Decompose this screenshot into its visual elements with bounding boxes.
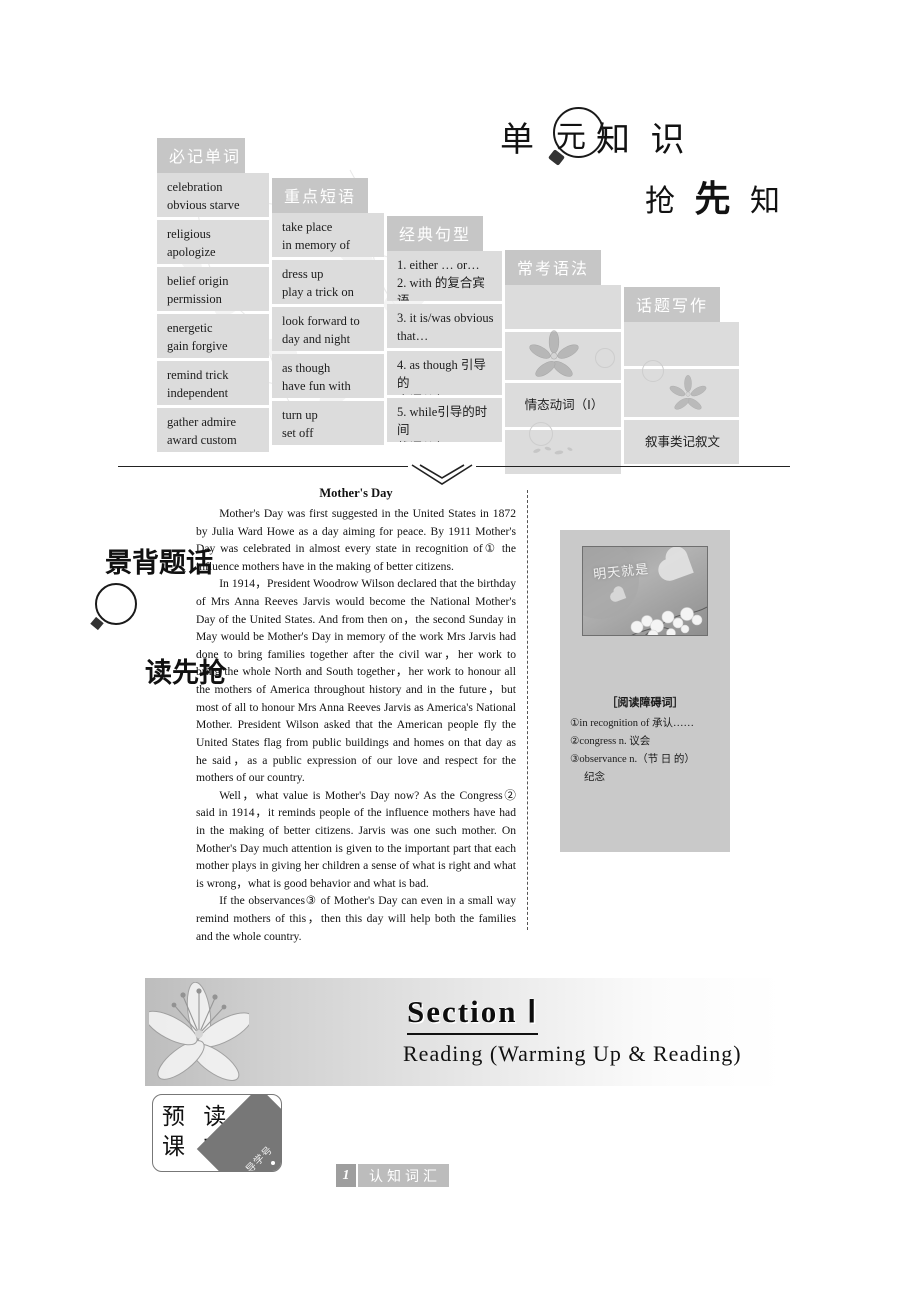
dotted-vertical-divider [527,490,528,930]
word-cell: energetic gain forgive [157,314,269,358]
column-header-writing: 话题写作 [624,287,720,322]
flower-decoration-icon [669,374,707,410]
page-title: 单 知 识 元 抢 先 知 [500,107,800,222]
column-header-phrases: 重点短语 [272,178,368,213]
section-title: Section Ⅰ [407,994,539,1035]
word-cell: remind trick independent [157,361,269,405]
phrase-cell: turn up set off [272,401,384,445]
subhead-recognize-vocabulary: 1 认知词汇 [336,1164,449,1187]
note-item: ③observance n.（节 日 的） [570,754,695,765]
pattern-cell: 5. while引导的时间 状语从句 [387,398,502,442]
note-item: ①in recognition of 承认…… [570,717,695,729]
divider-rule-left [118,466,408,467]
pattern-cell: 3. it is/was obvious that… [387,304,502,348]
word-cell: celebration obvious starve [157,173,269,217]
magnifier-icon-small [95,583,137,625]
reading-difficulty-notes: ［阅读障碍词］ ①in recognition of 承认…… ②congres… [570,694,720,787]
blossom-cluster-icon [630,606,707,635]
vertical-label-topic-background: 话题背景 [101,548,212,585]
column-classic-patterns: 经典句型 1. either … or… 2. with 的复合宾语 结构 3.… [387,216,502,445]
column-header-grammar: 常考语法 [505,250,601,285]
phrase-cell: take place in memory of [272,213,384,257]
unit-title-char-dan: 单 [500,122,540,159]
flower-decoration-icon [529,330,579,377]
word-cell: belief origin permission [157,267,269,311]
article-body: Mother's Day Mother's Day was first sugg… [196,480,516,945]
heart-icon [666,553,694,581]
writing-flower-cell [624,360,739,417]
subhead-label: 认知词汇 [358,1164,449,1187]
column-header-words: 必记单词 [157,138,245,173]
phrase-cell: look forward to day and night [272,307,384,351]
section-banner: Section Ⅰ Reading (Warming Up & Reading) [145,978,783,1086]
phrase-cell: as though have fun with [272,354,384,398]
writing-cell-blank [624,322,739,366]
notes-list: ①in recognition of 承认…… ②congress n. 议会 … [570,715,720,787]
section-subtitle: Reading (Warming Up & Reading) [403,1041,742,1066]
article-paragraph: In 1914，President Woodrow Wilson declare… [196,577,516,785]
writing-cell: 叙事类记叙文 [624,420,739,464]
unit-title-char-zhi: 知 [750,185,787,218]
preread-corner-dot [271,1161,275,1165]
article-paragraph: Mother's Day was first suggested in the … [196,507,516,573]
divider-rule-right [476,466,790,467]
reading-background-block: 话题背景 抢先读 Mother's Day Mother's Day was f… [0,480,920,943]
unit-title-char-xian: 先 [694,179,737,219]
petal-specks-icon [533,446,573,455]
unit-title-char-qiang: 抢 [645,185,681,218]
article-paragraph: Well，what value is Mother's Day now? As … [196,788,516,890]
notes-header: ［阅读障碍词］ [606,697,684,709]
column-key-phrases: 重点短语 take place in memory of dress up pl… [272,178,384,448]
preread-tab: 预 读 课 文 导学号 [152,1094,282,1172]
pattern-cell: 4. as though 引导的 表语从句 [387,351,502,395]
lily-flower-icon [149,982,249,1081]
column-header-patterns: 经典句型 [387,216,483,251]
word-cell: religious apologize [157,220,269,264]
unit-title-char-yuan: 元 [556,121,586,154]
phrase-cell: dress up play a trick on [272,260,384,304]
article-title: Mother's Day [319,486,393,500]
column-topic-writing: 话题写作 叙事类记叙文 [624,287,739,467]
article-paragraph: If the observances③ of Mother's Day can … [196,894,516,943]
unit-knowledge-map: 单 知 识 元 抢 先 知 必记单词 celebration obvious st… [0,0,920,485]
column-must-know-words: 必记单词 celebration obvious starve religiou… [157,138,269,455]
column-frequent-grammar: 常考语法 情态动词（Ⅰ） [505,250,621,477]
grammar-flower-cell [505,330,621,380]
note-item-continuation: 纪念 [584,772,605,784]
word-cell: gather admire award custom [157,408,269,452]
grammar-cell: 情态动词（Ⅰ） [505,383,621,427]
unit-title-rest: 知 识 [596,122,691,159]
decorative-photo: 明天就是 [582,546,708,636]
grammar-cell-blank [505,285,621,329]
pattern-cell: 1. either … or… 2. with 的复合宾语 结构 [387,251,502,301]
subhead-number: 1 [336,1164,356,1187]
unit-title-line-2: 抢 先 知 [645,170,786,222]
reading-aside-panel: 明天就是 ［阅读障碍词］ ①in recognition of 承认…… ②co… [560,530,730,852]
note-item: ②congress n. 议会 [570,735,651,747]
